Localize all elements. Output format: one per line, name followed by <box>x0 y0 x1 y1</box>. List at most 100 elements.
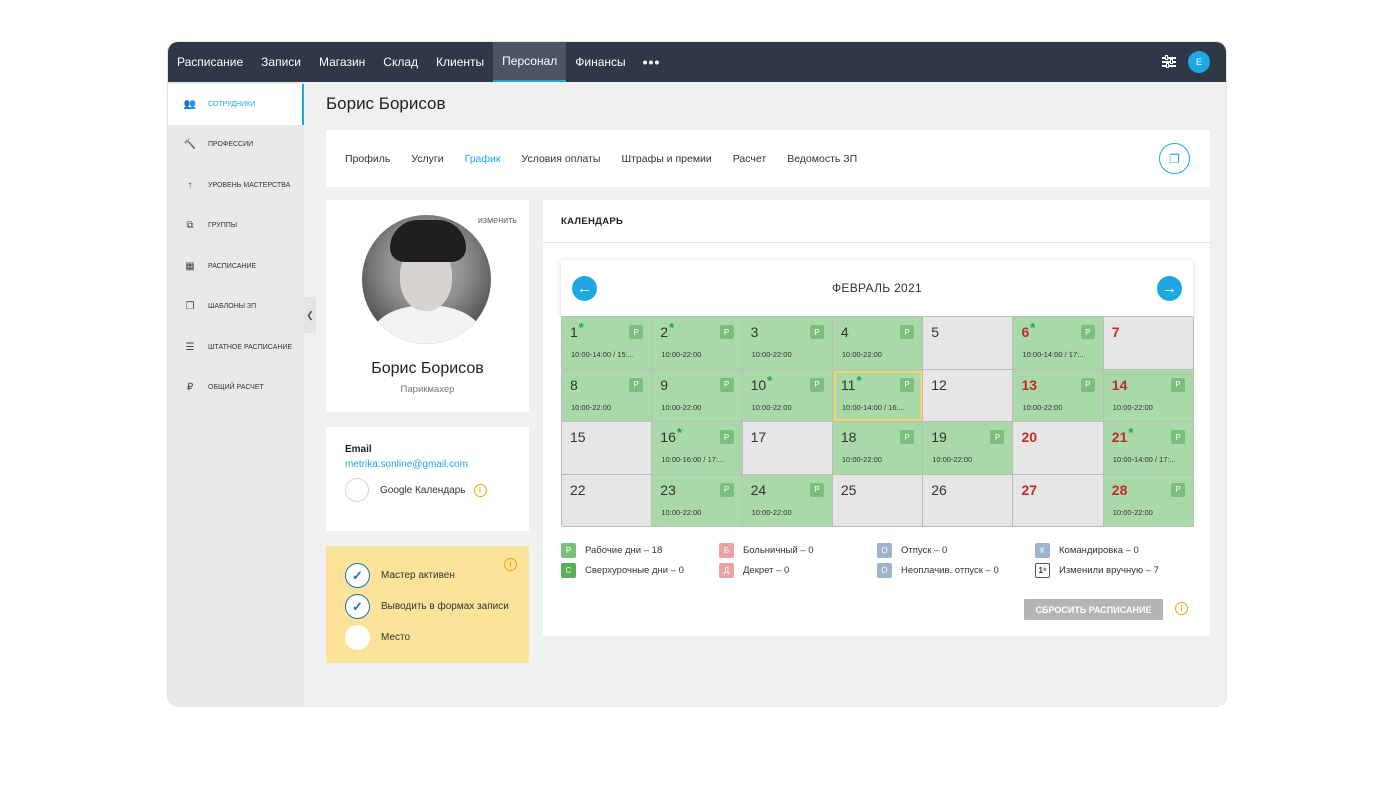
email-value[interactable]: metrika.sonline@gmail.com <box>345 459 510 470</box>
legend-label: Рабочие дни – 18 <box>585 545 663 556</box>
nav-item-4[interactable]: Клиенты <box>427 42 493 82</box>
more-menu-button[interactable]: ••• <box>635 54 669 70</box>
work-day-badge: Р <box>900 325 915 339</box>
calendar-day[interactable]: 20 <box>1013 422 1104 475</box>
flag-label: Мастер активен <box>381 570 455 581</box>
flag-checkbox[interactable]: ✓ <box>345 594 370 619</box>
calendar-day[interactable]: 1* Р 10:00-14:00 / 15:... <box>562 317 653 370</box>
tab-0[interactable]: Профиль <box>345 153 390 165</box>
tab-5[interactable]: Расчет <box>733 153 766 165</box>
sidebar-item-4[interactable]: ▦ расписание <box>168 246 304 287</box>
calendar-day[interactable]: 9 Р 10:00-22:00 <box>652 369 743 422</box>
calendar-day[interactable]: 17 <box>742 422 833 475</box>
calendar-day[interactable]: 28 Р 10:00-22:00 <box>1103 474 1195 527</box>
calendar-day[interactable]: 26 <box>923 474 1014 527</box>
list-icon: ☰ <box>185 341 195 353</box>
calendar-day[interactable]: 4 Р 10:00-22:00 <box>832 317 924 370</box>
calendar-day[interactable]: 14 Р 10:00-22:00 <box>1103 369 1195 422</box>
flag-checkbox[interactable]: ✓ <box>345 563 370 588</box>
calendar-day[interactable]: 16* Р 10:00-16:00 / 17:... <box>652 422 743 475</box>
profile-photo[interactable] <box>362 215 491 344</box>
day-number: 8 <box>570 377 578 393</box>
calendar-day[interactable]: 23 Р 10:00-22:00 <box>652 474 743 527</box>
calendar-day[interactable]: 10* Р 10:00-22:00 <box>742 369 833 422</box>
calendar-day[interactable]: 8 Р 10:00-22:00 <box>562 369 653 422</box>
info-icon[interactable]: i <box>504 558 517 571</box>
reset-schedule-button[interactable]: СБРОСИТЬ РАСПИСАНИЕ <box>1024 599 1163 620</box>
day-hours: 10:00-14:00 / 15:... <box>571 350 634 359</box>
day-number: 5 <box>931 324 939 340</box>
calendar-day[interactable]: 19 Р 10:00-22:00 <box>923 422 1014 475</box>
arrow-left-icon: ← <box>576 280 593 297</box>
users-icon: 👥 <box>183 98 197 110</box>
calendar-day[interactable]: 7 <box>1103 317 1195 370</box>
sidebar-item-1[interactable]: 🔨 профессии <box>168 125 304 166</box>
day-number: 17 <box>751 429 767 445</box>
profile-card: изменить Борис Борисов Парикмахер <box>326 200 529 412</box>
calendar-day[interactable]: 22 <box>562 474 653 527</box>
nav-item-3[interactable]: Склад <box>374 42 427 82</box>
tab-2[interactable]: График <box>465 153 501 165</box>
user-avatar[interactable]: E <box>1188 51 1210 73</box>
tab-6[interactable]: Ведомость ЗП <box>787 153 857 165</box>
master-flags-card: i ✓ Мастер активен ✓ Выводить в формах запи… <box>326 546 529 663</box>
calendar-day[interactable]: 11* Р 10:00-14:00 / 16:... <box>832 369 924 422</box>
nav-item-5[interactable]: Персонал <box>493 42 567 82</box>
calendar-day[interactable]: 3 Р 10:00-22:00 <box>742 317 833 370</box>
tab-3[interactable]: Условия оплаты <box>522 153 601 165</box>
manual-change-star: * <box>767 372 773 388</box>
calendar-day[interactable]: 12 <box>923 369 1014 422</box>
sidebar-item-5[interactable]: ❐ шаблоны зп <box>168 287 304 328</box>
groups-icon: ⧉ <box>186 220 194 232</box>
day-number: 4 <box>841 324 849 340</box>
month-label: ФЕВРАЛЬ 2021 <box>832 281 922 295</box>
next-month-button[interactable]: → <box>1157 276 1182 301</box>
sidebar-collapse-button[interactable]: ❮ <box>304 297 316 333</box>
day-number: 25 <box>841 482 857 498</box>
tab-1[interactable]: Услуги <box>411 153 443 165</box>
calendar-day[interactable]: 21* Р 10:00-14:00 / 17:... <box>1103 422 1195 475</box>
nav-item-0[interactable]: Расписание <box>168 42 252 82</box>
legend-label: Больничный – 0 <box>743 545 814 556</box>
legend-badge: Б <box>719 543 734 558</box>
info-icon[interactable]: i <box>473 483 487 497</box>
flag-checkbox[interactable] <box>345 625 370 650</box>
calendar-day[interactable]: 2* Р 10:00-22:00 <box>652 317 743 370</box>
calendar-day[interactable]: 24 Р 10:00-22:00 <box>742 474 833 527</box>
nav-item-2[interactable]: Магазин <box>310 42 374 82</box>
nav-item-6[interactable]: Финансы <box>566 42 634 82</box>
settings-sliders-icon[interactable] <box>1162 55 1176 69</box>
tab-4[interactable]: Штрафы и премии <box>621 153 711 165</box>
calendar-day[interactable]: 5 <box>923 317 1014 370</box>
day-number-text: 17 <box>750 429 767 445</box>
edit-photo-link[interactable]: изменить <box>478 215 517 225</box>
nav-item-1[interactable]: Записи <box>252 42 310 82</box>
sidebar-item-label: сотрудники <box>208 100 256 108</box>
calendar-day[interactable]: 13 Р 10:00-22:00 <box>1013 369 1104 422</box>
day-number: 20 <box>1021 429 1037 445</box>
profile-name: Борис Борисов <box>371 360 484 377</box>
manual-change-star: * <box>1030 320 1036 335</box>
sidebar-item-2[interactable]: ↑ уровень мастерства <box>168 165 304 206</box>
calendar-day[interactable]: 18 Р 10:00-22:00 <box>832 422 924 475</box>
google-calendar-toggle[interactable] <box>345 478 369 502</box>
sidebar-item-3[interactable]: ⧉ группы <box>168 206 304 247</box>
info-icon[interactable]: i <box>1175 602 1188 615</box>
calendar-grid: 1* Р 10:00-14:00 / 15:... 2* Р 10:00-22:00 3 Р 1… <box>561 316 1195 527</box>
tabs-bar: Профиль Услуги График Условия оплаты Штрафы … <box>326 130 1210 187</box>
sidebar-item-7[interactable]: ₽ общий расчет <box>168 368 304 409</box>
day-hours: 10:00-22:00 <box>751 507 792 517</box>
email-label: Email <box>345 444 372 455</box>
sidebar-item-label: штатное расписание <box>208 343 293 351</box>
sidebar-item-0[interactable]: 👥 сотрудники <box>168 84 304 125</box>
day-hours: 10:00-22:00 <box>841 350 882 359</box>
day-number: 16* <box>660 425 682 445</box>
calendar-day[interactable]: 6* Р 10:00-14:00 / 17:... <box>1013 317 1104 370</box>
calendar-day[interactable]: 27 <box>1013 474 1104 527</box>
prev-month-button[interactable]: ← <box>572 276 597 301</box>
copy-icon: ❐ <box>1169 151 1180 166</box>
calendar-day[interactable]: 25 <box>832 474 924 527</box>
sidebar-item-6[interactable]: ☰ штатное расписание <box>168 327 304 368</box>
calendar-day[interactable]: 15 <box>562 422 653 475</box>
copy-button[interactable]: ❐ <box>1159 143 1190 174</box>
